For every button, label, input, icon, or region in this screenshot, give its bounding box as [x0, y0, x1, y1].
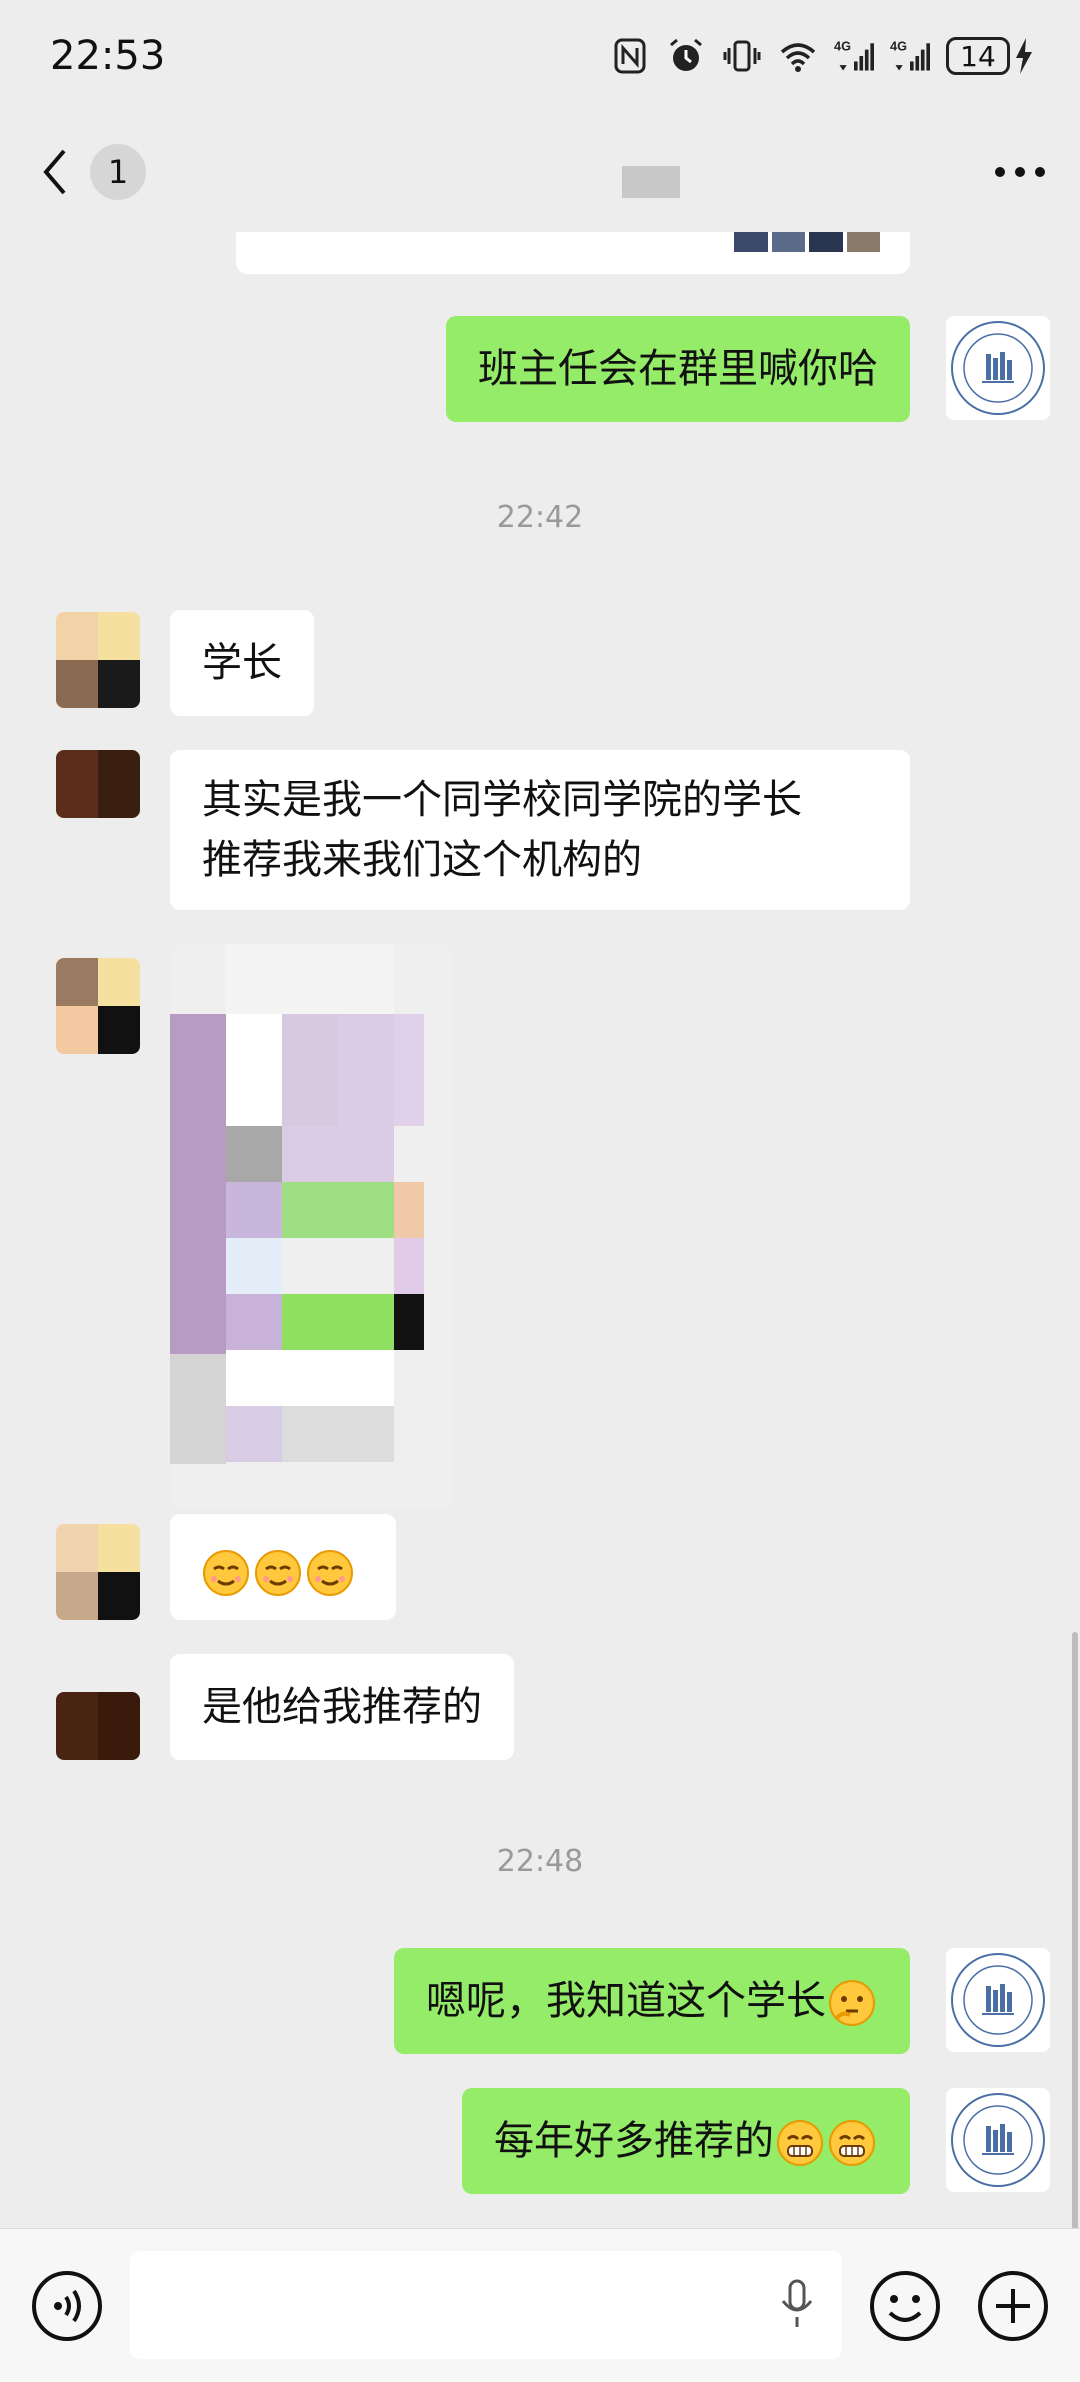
- message-bubble-outgoing[interactable]: 每年好多推荐的: [462, 2088, 910, 2194]
- voice-icon[interactable]: [30, 2269, 104, 2343]
- message-bubble-incoming[interactable]: 是他给我推荐的: [170, 1654, 514, 1760]
- message-bubble-outgoing[interactable]: 班主任会在群里喊你哈: [446, 316, 910, 422]
- nfc-icon: [614, 38, 646, 74]
- partial-card-message[interactable]: [236, 232, 910, 274]
- timestamp: 22:48: [496, 1844, 584, 1879]
- unread-count: 1: [107, 153, 129, 191]
- message-bubble-incoming[interactable]: [170, 1514, 396, 1620]
- back-button[interactable]: 1: [40, 144, 146, 200]
- signal-4g-icon: 4G: [834, 39, 874, 71]
- message-bubble-outgoing[interactable]: 嗯呢，我知道这个学长: [394, 1948, 910, 2054]
- contact-avatar[interactable]: [56, 1524, 140, 1620]
- message-text-line: 推荐我来我们这个机构的: [202, 837, 642, 883]
- my-avatar[interactable]: [946, 2088, 1050, 2192]
- more-icon[interactable]: [990, 162, 1050, 182]
- message-text: 学长: [202, 640, 282, 686]
- school-seal-icon: [951, 2093, 1045, 2187]
- microphone-icon[interactable]: [780, 2279, 814, 2331]
- status-icons: 4G 4G 14: [610, 36, 1034, 76]
- vibrate-icon: [723, 40, 761, 72]
- alarm-icon: [670, 38, 702, 71]
- contact-avatar[interactable]: [56, 750, 140, 818]
- smirk-emoji-icon: [203, 1550, 249, 1596]
- unread-badge: 1: [90, 144, 146, 200]
- grin-emoji-icon: [777, 2120, 823, 2166]
- message-input[interactable]: [130, 2251, 842, 2359]
- scrollbar[interactable]: [1072, 1632, 1078, 2228]
- school-seal-icon: [951, 321, 1045, 415]
- svg-text:4G: 4G: [834, 39, 851, 54]
- chat-message-list[interactable]: 班主任会在群里喊你哈 22:42 学长 其实是我一个同学校同学院的学长 推荐我来…: [0, 232, 1080, 2228]
- message-text: 班主任会在群里喊你哈: [478, 346, 878, 392]
- signal-4g-icon-2: 4G: [890, 39, 930, 71]
- back-chevron-icon[interactable]: [40, 147, 70, 197]
- message-text: 嗯呢，我知道这个学长: [426, 1978, 826, 2024]
- contact-avatar[interactable]: [56, 1692, 140, 1760]
- smirk-emoji-icon: [307, 1550, 353, 1596]
- message-bubble-incoming[interactable]: 其实是我一个同学校同学院的学长 推荐我来我们这个机构的: [170, 750, 910, 910]
- chat-title-redacted: [622, 166, 680, 198]
- add-icon[interactable]: [976, 2269, 1050, 2343]
- my-avatar[interactable]: [946, 316, 1050, 420]
- timestamp: 22:42: [496, 500, 584, 535]
- contact-avatar[interactable]: [56, 958, 140, 1054]
- smirk-emoji-icon: [255, 1550, 301, 1596]
- wifi-icon: [780, 43, 816, 72]
- thinking-emoji-icon: [829, 1980, 875, 2026]
- status-time: 22:53: [50, 33, 166, 79]
- school-seal-icon: [951, 1953, 1045, 2047]
- image-message[interactable]: [170, 944, 454, 1508]
- my-avatar[interactable]: [946, 1948, 1050, 2052]
- chat-header: 1: [0, 112, 1080, 232]
- battery-indicator: 14: [946, 37, 1034, 75]
- grin-emoji-icon: [829, 2120, 875, 2166]
- message-text-line: 其实是我一个同学校同学院的学长: [202, 777, 802, 823]
- status-bar: 22:53 4G 4G 14: [0, 0, 1080, 112]
- svg-text:4G: 4G: [890, 39, 907, 54]
- input-bar: [0, 2228, 1080, 2382]
- pixelated-image: [170, 944, 454, 1508]
- charging-icon: [1016, 38, 1032, 74]
- message-text: 是他给我推荐的: [202, 1684, 482, 1730]
- message-bubble-incoming[interactable]: 学长: [170, 610, 314, 716]
- card-thumbnail: [734, 232, 880, 252]
- contact-avatar[interactable]: [56, 612, 140, 708]
- message-text: 每年好多推荐的: [494, 2118, 774, 2164]
- emoji-icon[interactable]: [868, 2269, 942, 2343]
- battery-level: 14: [960, 39, 996, 73]
